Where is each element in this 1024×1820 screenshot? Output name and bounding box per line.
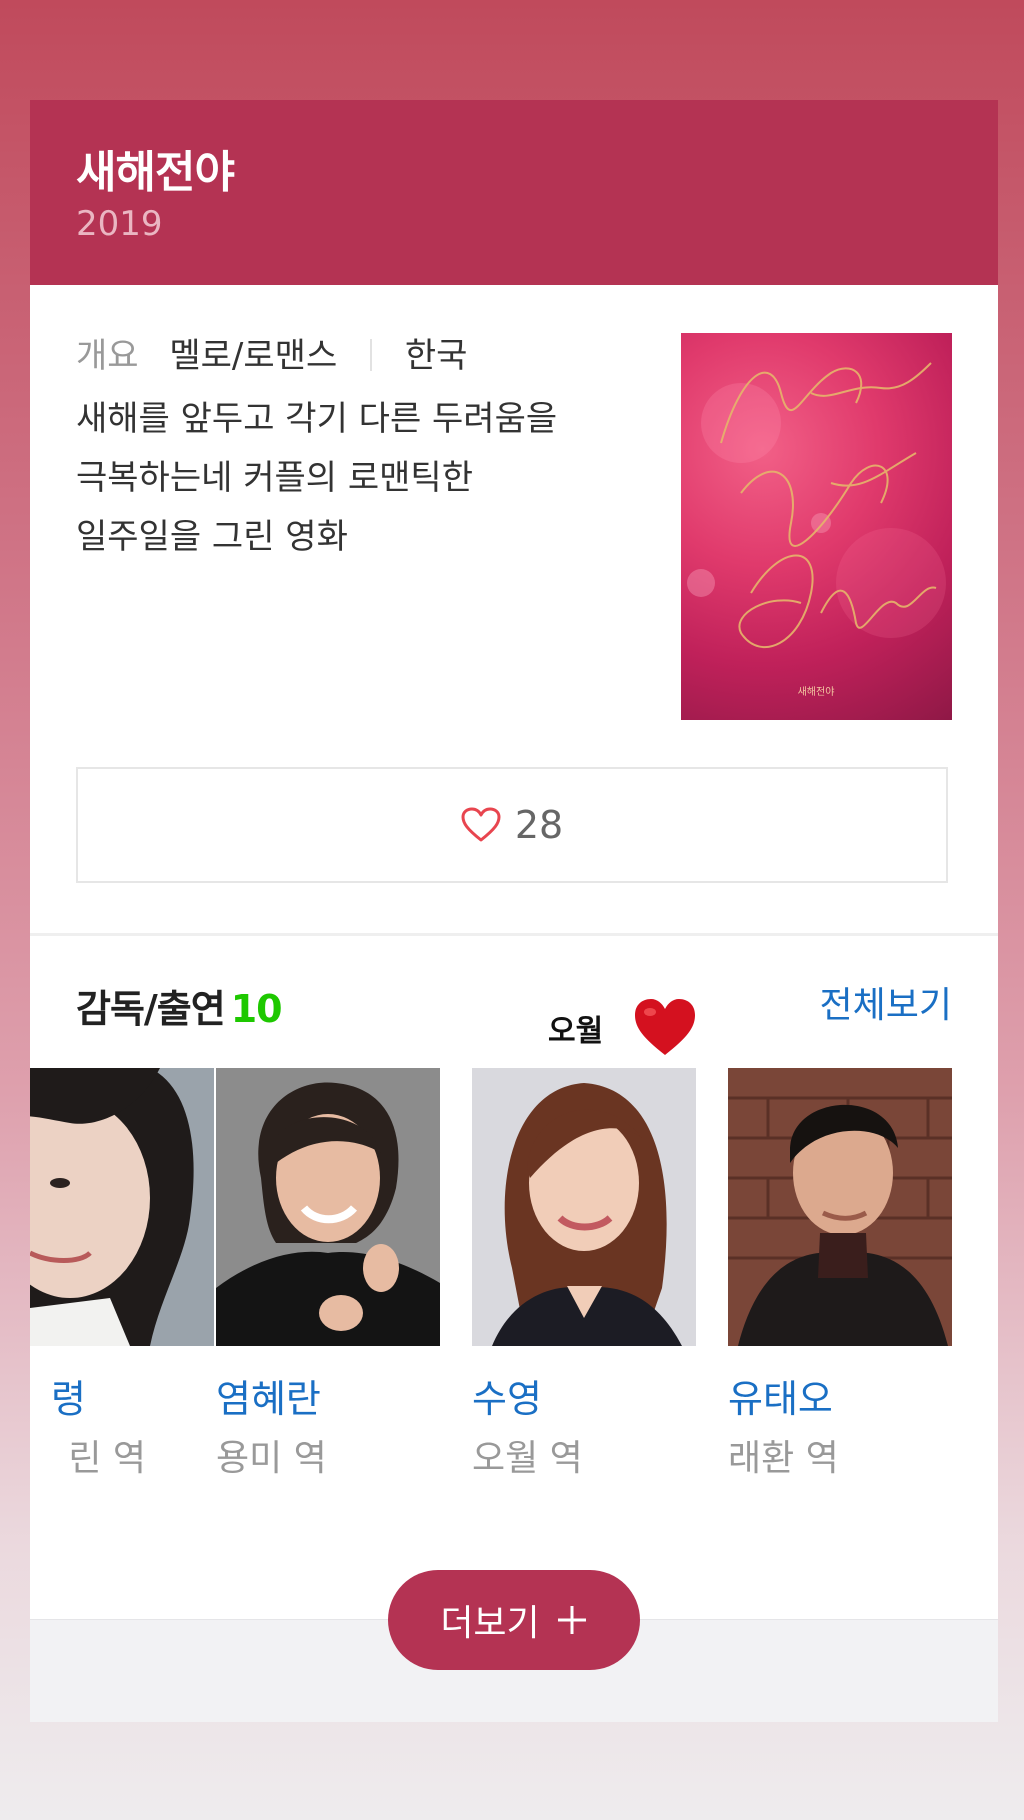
cast-name[interactable]: 유태오 — [728, 1368, 952, 1423]
cast-count: 10 — [230, 987, 283, 1031]
movie-year: 2019 — [76, 204, 163, 244]
plus-icon — [557, 1606, 586, 1634]
synopsis: 새해를 앞두고 각기 다른 두려움을 극복하는네 커플의 로맨틱한 일주일을 그… — [76, 390, 616, 567]
cast-card[interactable]: 령 린 역 — [30, 1068, 214, 1481]
cast-role: 린 역 — [68, 1438, 146, 1479]
cast-card[interactable]: 염혜란 용미 역 — [216, 1068, 440, 1481]
poster-small-title: 새해전야 — [798, 685, 835, 698]
section-divider — [30, 933, 998, 936]
movie-poster[interactable]: 새해전야 — [681, 333, 952, 720]
overview-row: 개요 멜로/로맨스 한국 — [76, 328, 467, 377]
cast-role: 래환 역 — [728, 1438, 839, 1479]
more-button-label: 더보기 — [440, 1603, 540, 1644]
heart-outline-icon — [461, 807, 501, 842]
like-count: 28 — [514, 803, 564, 847]
overview-label: 개요 — [76, 336, 139, 376]
movie-title: 새해전야 — [76, 147, 235, 198]
cast-role: 오월 역 — [472, 1438, 583, 1479]
genre-link[interactable]: 멜로/로맨스 — [169, 336, 337, 376]
cast-photo[interactable] — [30, 1068, 214, 1346]
cast-photo[interactable] — [472, 1068, 696, 1346]
cast-photo[interactable] — [728, 1068, 952, 1346]
synopsis-line: 새해를 앞두고 각기 다른 두려움을 — [76, 399, 558, 439]
cast-name[interactable]: 수영 — [472, 1368, 696, 1423]
synopsis-line: 일주일을 그린 영화 — [76, 517, 348, 557]
poster-artwork: 새해전야 — [687, 362, 946, 698]
synopsis-line: 극복하는네 커플의 로맨틱한 — [76, 458, 473, 498]
cast-name[interactable]: 염혜란 — [216, 1368, 440, 1423]
overview-divider — [370, 339, 373, 371]
movie-header: 새해전야 2019 — [30, 100, 998, 285]
cast-card[interactable]: 수영 오월 역 — [472, 1068, 696, 1481]
more-button[interactable]: 더보기 — [388, 1570, 640, 1670]
cast-role: 용미 역 — [216, 1438, 327, 1479]
cast-card[interactable]: 유태오 래환 역 — [728, 1068, 952, 1481]
movie-card: 새해전야 2019 개요 멜로/로맨스 한국 새해를 앞두고 각기 다른 두려움… — [30, 100, 998, 1722]
like-button[interactable]: 28 — [76, 767, 948, 883]
country-link[interactable]: 한국 — [405, 336, 468, 376]
red-heart-icon — [635, 999, 695, 1055]
cast-heading: 감독/출연 10 — [76, 978, 283, 1033]
cast-name[interactable]: 령 — [30, 1368, 214, 1423]
cast-carousel[interactable]: 령 린 역 염혜란 용미 역 수영 오월 역 유태오 래환 역 — [30, 1068, 998, 1488]
see-all-link[interactable]: 전체보기 — [820, 976, 952, 1028]
cast-heading-label: 감독/출연 — [76, 987, 226, 1031]
annotation-text: 오월 — [548, 1014, 604, 1049]
cast-photo[interactable] — [216, 1068, 440, 1346]
